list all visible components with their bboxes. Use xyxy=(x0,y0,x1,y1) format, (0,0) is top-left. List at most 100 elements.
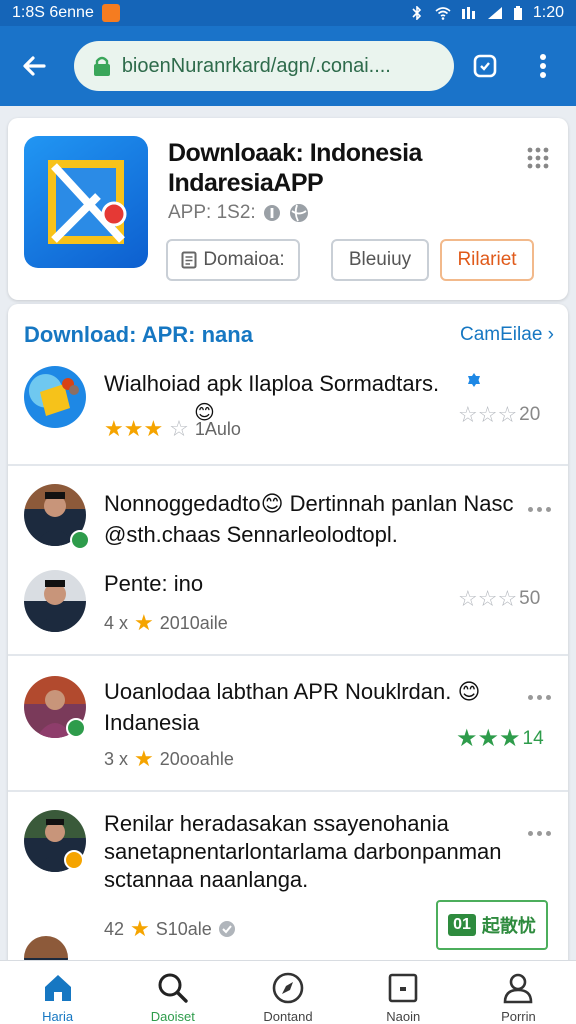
item-score: ★★★ 14 xyxy=(456,724,544,753)
nav-discover-label: Dontand xyxy=(263,1009,313,1024)
feed-link-label: CamEilae xyxy=(460,324,543,345)
feed-header: Download: APR: nana CamEilae › xyxy=(24,320,554,350)
divider xyxy=(8,654,568,656)
url-text: bioenNuranrkard/agn/.conai.... xyxy=(121,54,391,77)
info-icon xyxy=(263,205,280,221)
star-filled-icon: ★ xyxy=(130,916,150,941)
item-rating-label: 20ooahle xyxy=(159,748,234,769)
item-score-value: 20 xyxy=(519,404,541,425)
tabs-icon xyxy=(473,54,497,78)
nav-discover[interactable]: Dontand xyxy=(230,961,345,1024)
install-cta-button[interactable]: 01 起散忧 xyxy=(436,900,548,950)
document-icon xyxy=(181,251,197,269)
feed-see-all-link[interactable]: CamEilae › xyxy=(460,324,554,346)
cta-label: 起散忧 xyxy=(481,916,536,936)
nav-search-label: Daoiset xyxy=(150,1009,195,1024)
more-options-button[interactable] xyxy=(528,692,552,702)
bottom-navigation: Haria Daoiset Dontand Naoin Porrin xyxy=(0,960,576,1024)
bluetooth-icon xyxy=(412,6,421,20)
cta-badge: 01 xyxy=(448,914,476,936)
item-score-value: 50 xyxy=(519,588,541,609)
status-bar: 1:8S 6enne 1:20 xyxy=(0,0,576,26)
grid-icon[interactable] xyxy=(526,146,550,170)
nav-profile[interactable]: Porrin xyxy=(461,961,576,1024)
divider xyxy=(8,464,568,466)
report-button[interactable]: Rilariet xyxy=(440,239,534,281)
download-button[interactable]: Domaioa: xyxy=(166,239,300,281)
avatar xyxy=(24,366,86,428)
star-filled-icon: ★ xyxy=(134,610,154,635)
notification-icon xyxy=(101,4,120,22)
kebab-menu-icon xyxy=(540,54,547,78)
item-rating-label: 1Aulo xyxy=(194,418,241,439)
signal-icon xyxy=(487,7,502,19)
wifi-icon xyxy=(435,7,451,20)
nav-home[interactable]: Haria xyxy=(0,961,115,1024)
nav-inbox[interactable]: Naoin xyxy=(346,961,461,1024)
tabs-button[interactable] xyxy=(464,45,506,87)
item-title: Renilar heradasakan ssayenohania sanetap… xyxy=(104,811,502,892)
user-icon xyxy=(504,973,533,1004)
list-item[interactable]: Wialhoiad apk Ilaploa Sormadtars. 😊 ★★★ ☆… xyxy=(8,362,568,464)
item-rating-label: 2010aile xyxy=(159,612,228,633)
star-filled-icon: ★ xyxy=(134,746,154,771)
list-item[interactable]: Uoanlodaa labthan APR Nouklrdan. 😊 Indan… xyxy=(8,658,568,790)
list-item[interactable]: Pente: ino 4 х ★ 2010aile ☆☆☆ 50 xyxy=(8,560,568,652)
item-rating-label: S10ale xyxy=(155,918,212,939)
arrow-left-icon xyxy=(23,56,46,76)
item-meta-prefix: 3 х xyxy=(104,748,129,769)
verified-icon xyxy=(468,373,480,387)
item-score: ☆☆☆ 50 xyxy=(458,586,540,612)
item-title: Wialhoiad apk Ilaploa Sormadtars. xyxy=(104,371,440,396)
item-rating: 42 ★ S10ale xyxy=(104,916,236,942)
url-bar[interactable]: bioenNuranrkard/agn/.conai.... xyxy=(73,41,455,91)
nav-search[interactable]: Daoiset xyxy=(115,961,230,1024)
inbox-icon xyxy=(388,973,418,1003)
details-button[interactable]: Bleuiuy xyxy=(331,239,429,281)
status-badge xyxy=(64,850,84,870)
check-circle-icon xyxy=(218,921,235,937)
item-title: Pente: ino xyxy=(104,571,204,596)
divider xyxy=(8,790,568,792)
app-icon[interactable] xyxy=(24,136,148,268)
home-icon xyxy=(44,975,71,1001)
nav-inbox-label: Naoin xyxy=(386,1009,421,1024)
star-empty-icon: ☆☆☆ xyxy=(458,586,518,611)
online-badge xyxy=(66,718,86,738)
item-title: Nonnoggedadto😊 Dertinnah panlan Nasc @st… xyxy=(104,491,514,547)
chevron-right-icon: › xyxy=(547,324,554,345)
details-button-label: Bleuiuy xyxy=(348,249,412,270)
status-left-text: 1:8S 6enne xyxy=(12,4,94,21)
report-button-label: Rilariet xyxy=(457,249,517,270)
more-options-button[interactable] xyxy=(528,504,552,514)
person-icon xyxy=(34,580,76,632)
star-green-icon: ★★★ xyxy=(456,725,521,752)
lock-icon xyxy=(93,56,110,76)
item-rating: 3 х ★ 20ooahle xyxy=(104,746,234,772)
download-feed: Download: APR: nana CamEilae › Wialhoiad… xyxy=(8,304,568,964)
item-score-value: 14 xyxy=(522,727,544,749)
feed-title: Download: APR: nana xyxy=(24,322,253,347)
download-button-label: Domaioa: xyxy=(203,249,285,270)
back-button[interactable] xyxy=(12,44,56,88)
more-options-button[interactable] xyxy=(528,828,552,838)
item-rating: ★★★ ☆ 1Aulo xyxy=(104,416,241,442)
compass-icon xyxy=(272,972,304,1004)
item-score: ☆☆☆ 20 xyxy=(458,402,540,428)
avatar xyxy=(24,570,86,632)
item-meta-prefix: 4 х xyxy=(104,612,129,633)
globe-icon xyxy=(289,204,308,222)
app-title: Downloaak: Indonesia IndaresiaAPP xyxy=(168,139,422,197)
app-meta: APP: 1S2: xyxy=(168,202,310,224)
item-title: Uoanlodaa labthan APR Nouklrdan. 😊 Indan… xyxy=(104,679,481,735)
list-item[interactable]: Nonnoggedadto😊 Dertinnah panlan Nasc @st… xyxy=(8,468,568,568)
nav-profile-label: Porrin xyxy=(501,1009,536,1024)
star-filled-icon: ★★★ xyxy=(104,416,164,441)
app-logo-icon xyxy=(48,160,127,244)
data-icon xyxy=(461,7,475,19)
item-rating: 4 х ★ 2010aile xyxy=(104,610,228,636)
menu-button[interactable] xyxy=(522,45,564,87)
nav-home-label: Haria xyxy=(42,1009,74,1024)
app-thumbnail-icon xyxy=(40,378,79,416)
app-meta-text: APP: 1S2: xyxy=(168,202,256,223)
